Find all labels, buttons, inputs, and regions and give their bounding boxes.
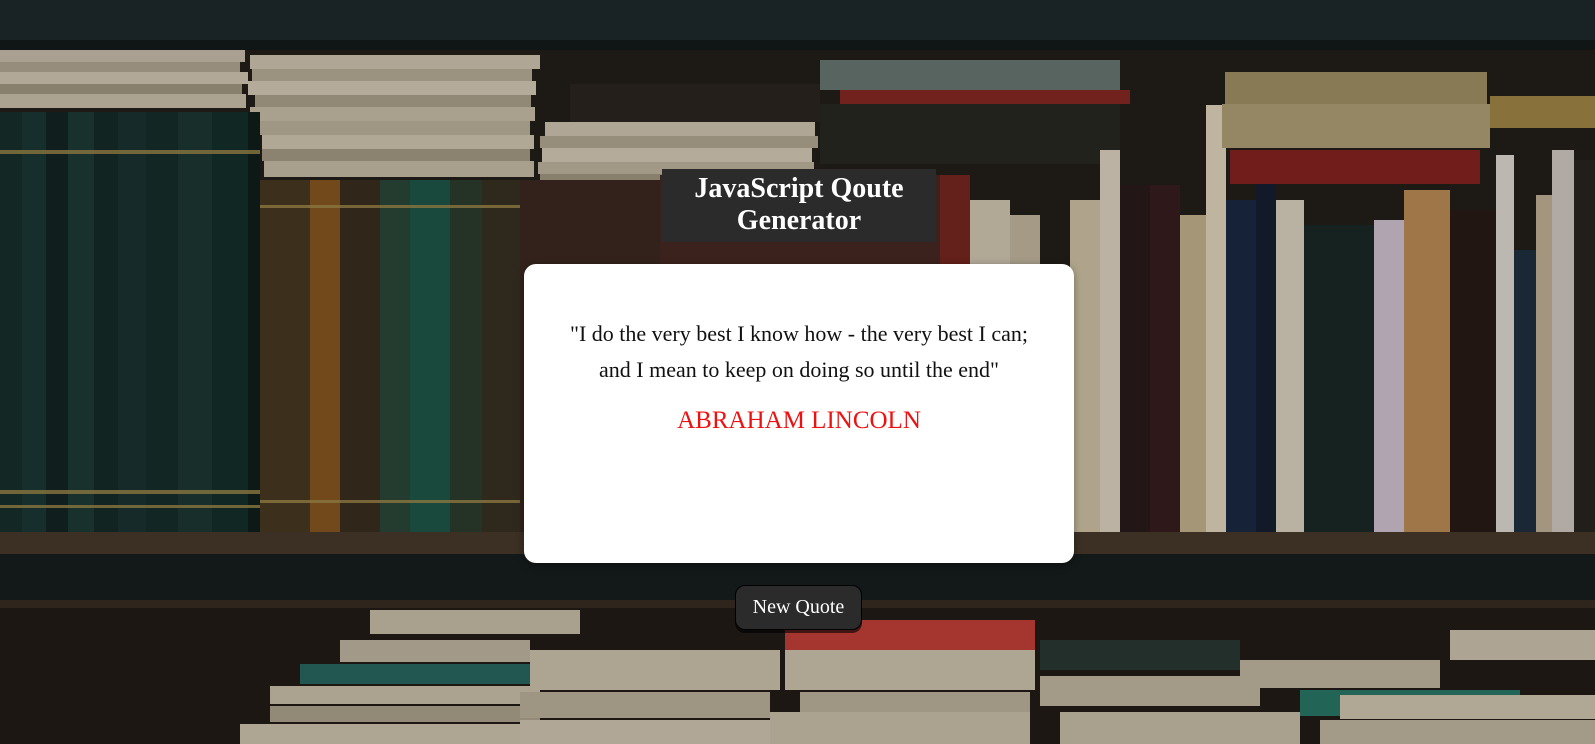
- page-title-text: JavaScript Qoute Generator: [694, 173, 904, 236]
- quote-card: "I do the very best I know how - the ver…: [524, 264, 1074, 563]
- quote-author: ABRAHAM LINCOLN: [677, 407, 921, 434]
- quote-text: "I do the very best I know how - the ver…: [569, 321, 1028, 382]
- page-title: JavaScript Qoute Generator: [662, 169, 936, 242]
- new-quote-button[interactable]: New Quote: [735, 585, 862, 630]
